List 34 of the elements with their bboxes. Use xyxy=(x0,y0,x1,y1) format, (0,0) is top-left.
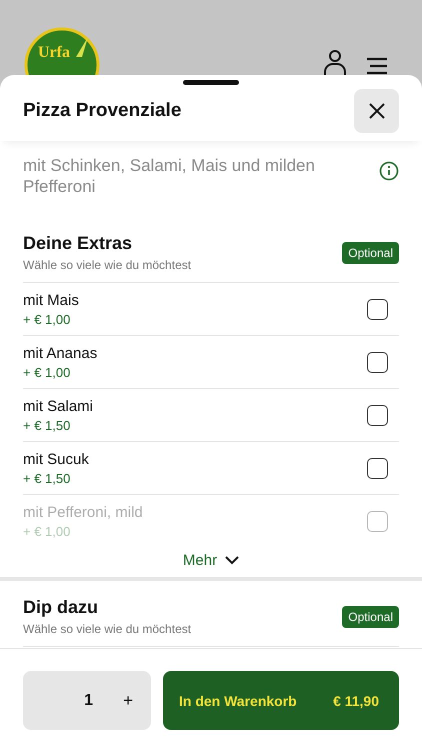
section-title: Dip dazu xyxy=(23,597,99,618)
add-to-cart-button[interactable]: In den Warenkorb € 11,90 xyxy=(163,671,399,730)
checkbox[interactable] xyxy=(367,352,388,372)
checkbox[interactable] xyxy=(367,298,388,320)
extra-name: mit Ananas xyxy=(23,344,98,362)
checkbox[interactable] xyxy=(367,404,388,426)
sheet-title: Pizza Provenziale xyxy=(23,100,182,122)
chevron-down-icon xyxy=(225,556,240,565)
close-icon xyxy=(368,102,386,120)
extra-name: mit Salami xyxy=(23,398,94,414)
user-icon[interactable] xyxy=(324,50,346,75)
extra-name: mit Mais xyxy=(23,292,79,308)
extra-name: mit Pefferoni, mild xyxy=(23,504,143,520)
more-button[interactable]: Mehr xyxy=(178,548,244,573)
plus-button[interactable]: + xyxy=(123,690,133,710)
extra-price: + € 1,00 xyxy=(23,364,72,380)
checkbox[interactable] xyxy=(367,458,388,478)
optional-badge: Optional xyxy=(342,242,399,264)
section-subtitle: Wähle so viele wie du möchtest xyxy=(23,258,192,272)
info-icon[interactable] xyxy=(379,161,399,181)
logo: Urfa xyxy=(24,27,100,75)
section-title: Deine Extras xyxy=(23,233,134,254)
extra-price: + € 1,00 xyxy=(23,524,72,538)
extra-price: + € 1,50 xyxy=(23,470,72,486)
menu-icon[interactable] xyxy=(366,57,388,75)
extra-price: + € 1,00 xyxy=(23,312,72,326)
drag-handle[interactable] xyxy=(183,80,239,85)
extra-name: mit Sucuk xyxy=(23,450,89,468)
pizza-description: mit Schinken, Salami, Mais und milden Pfefferoni xyxy=(23,155,316,197)
section-subtitle: Wähle so viele wie du möchtest xyxy=(23,622,192,636)
extra-price: + € 1,50 xyxy=(23,418,72,432)
quantity-value: 1 xyxy=(84,692,94,710)
optional-badge: Optional xyxy=(342,606,399,628)
close-button[interactable] xyxy=(354,89,399,133)
